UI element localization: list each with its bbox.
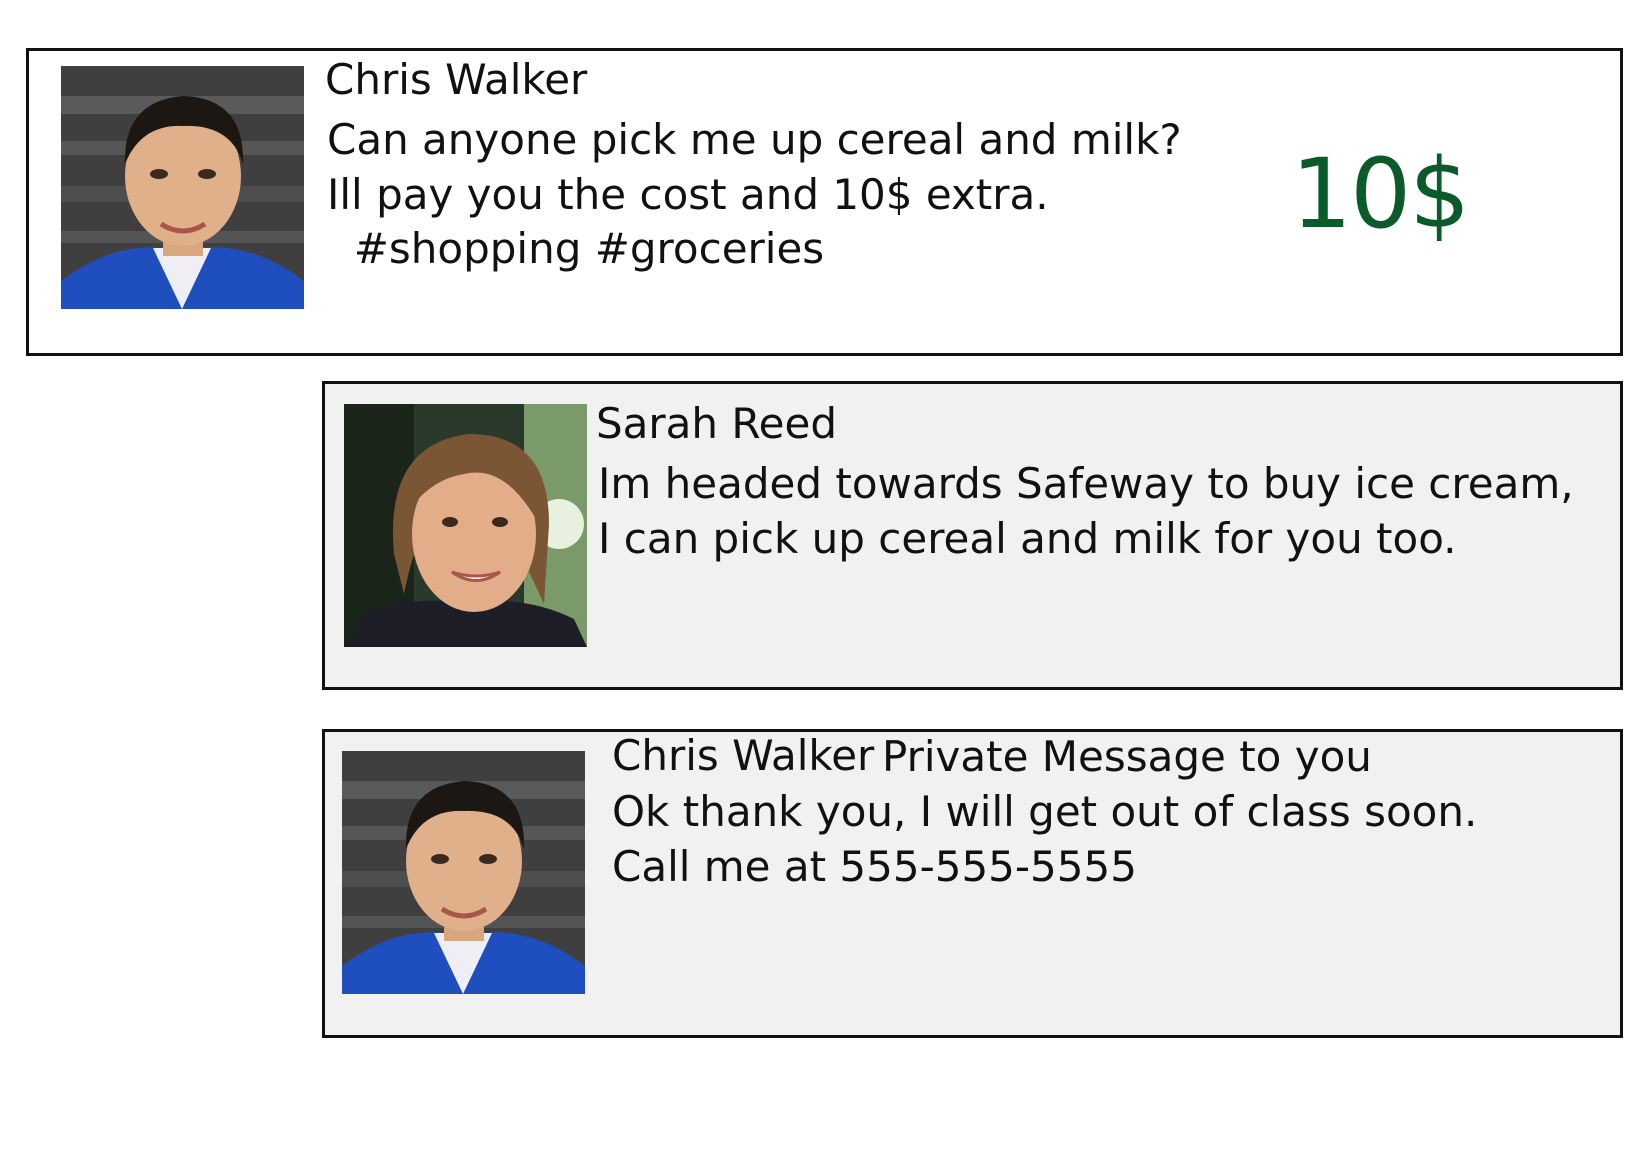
- reward-amount: 10$: [1291, 138, 1470, 250]
- post-text-line: Call me at 555-555-5555: [612, 842, 1137, 891]
- post-author-name[interactable]: Chris Walker: [612, 732, 874, 780]
- private-message-label: Private Message to you: [882, 732, 1372, 781]
- post-text-line: Ill pay you the cost and 10$ extra.: [327, 170, 1049, 219]
- private-message-card[interactable]: Chris Walker Private Message to you Ok t…: [322, 729, 1623, 1038]
- post-author-name[interactable]: Sarah Reed: [596, 400, 837, 448]
- post-author-name[interactable]: Chris Walker: [325, 56, 587, 104]
- post-text-line: Ok thank you, I will get out of class so…: [612, 787, 1478, 836]
- post-text-line: I can pick up cereal and milk for you to…: [598, 514, 1457, 563]
- reply-post-card[interactable]: Sarah Reed Im headed towards Safeway to …: [322, 381, 1623, 690]
- chris-walker-avatar[interactable]: [61, 66, 304, 309]
- post-text-line: Can anyone pick me up cereal and milk?: [327, 115, 1182, 164]
- chris-walker-avatar[interactable]: [342, 751, 585, 994]
- sarah-reed-avatar[interactable]: [344, 404, 587, 647]
- post-text-line: Im headed towards Safeway to buy ice cre…: [598, 459, 1574, 508]
- post-hashtags[interactable]: #shopping #groceries: [327, 225, 825, 273]
- request-post-card[interactable]: Chris Walker Can anyone pick me up cerea…: [26, 48, 1623, 356]
